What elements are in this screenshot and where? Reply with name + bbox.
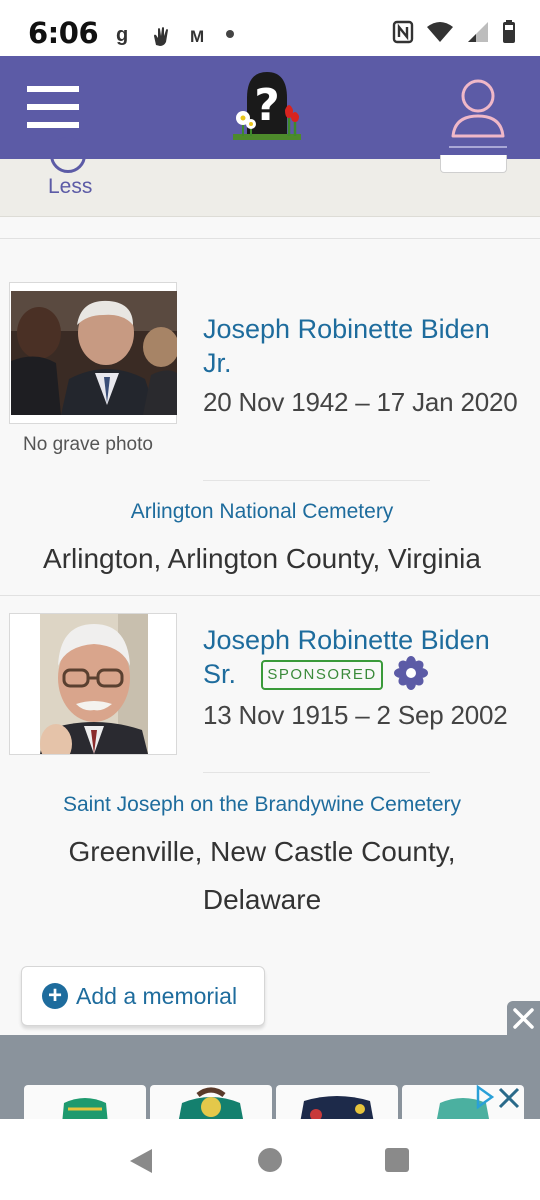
memorial-name-link[interactable]: Joseph Robinette Biden Jr. <box>203 312 490 380</box>
hamburger-menu-button[interactable] <box>27 86 79 130</box>
cemetery-name-link[interactable]: Saint Joseph on the Brandywine Cemetery <box>0 793 524 817</box>
divider <box>203 772 430 773</box>
home-circle-icon[interactable] <box>257 1147 283 1173</box>
sponsored-badge: SPONSORED <box>261 660 383 690</box>
ad-banner[interactable] <box>0 1035 540 1119</box>
memorial-photo-frame[interactable] <box>9 282 177 424</box>
wifi-icon <box>427 22 453 42</box>
nfc-icon <box>392 20 414 44</box>
close-icon <box>513 1008 534 1029</box>
status-bar: 6:06 g M <box>0 0 540 56</box>
less-toggle-label[interactable]: Less <box>48 175 92 199</box>
search-box-edge[interactable] <box>440 155 507 173</box>
cemetery-location: Greenville, New Castle County, Delaware <box>0 828 524 924</box>
add-memorial-button[interactable]: + Add a memorial <box>21 966 265 1026</box>
ad-product-image-art <box>178 1087 244 1119</box>
notification-g-icon: g <box>116 24 129 46</box>
status-icons <box>392 20 516 44</box>
less-toggle-strip: Less <box>0 137 540 217</box>
ad-product-image[interactable] <box>24 1085 146 1119</box>
cemetery-location-line: Greenville, New Castle County, <box>68 836 456 867</box>
back-triangle-icon[interactable] <box>128 1147 154 1175</box>
memorial-name-suffix[interactable]: Jr. <box>203 346 490 380</box>
recents-square-icon[interactable] <box>384 1147 410 1173</box>
cemetery-location: Arlington, Arlington County, Virginia <box>43 543 481 574</box>
svg-text:?: ? <box>254 80 280 131</box>
less-toggle-icon[interactable] <box>50 137 86 173</box>
no-grave-photo-label: No grave photo <box>23 434 153 455</box>
status-time: 6:06 <box>28 16 99 50</box>
user-profile-icon[interactable] <box>447 74 509 148</box>
notification-hand-icon <box>154 27 168 46</box>
memorial-name-line[interactable]: Joseph Robinette Biden <box>203 623 490 657</box>
android-nav-bar <box>0 1119 540 1200</box>
hamburger-line <box>27 104 79 110</box>
divider <box>0 238 540 239</box>
memorial-photo <box>11 291 177 415</box>
notification-gmail-icon: M <box>190 27 205 46</box>
hamburger-line <box>27 86 79 92</box>
adchoices-icon[interactable] <box>474 1083 524 1113</box>
notification-dot-icon <box>226 30 234 38</box>
battery-icon <box>503 20 515 43</box>
memorial-dates: 13 Nov 1915 – 2 Sep 2002 <box>203 700 508 730</box>
memorial-photo <box>40 614 148 754</box>
ad-close-button[interactable] <box>507 1001 540 1035</box>
cemetery-location-line: Delaware <box>202 884 322 915</box>
ad-product-image[interactable] <box>150 1085 272 1119</box>
divider <box>203 480 430 481</box>
cemetery-name-link[interactable]: Arlington National Cemetery <box>0 500 524 524</box>
add-memorial-label: Add a memorial <box>76 982 238 1009</box>
hamburger-line <box>27 122 79 128</box>
question-mark-gravestone-logo[interactable]: ? <box>229 68 305 144</box>
memorial-name-line[interactable]: Joseph Robinette Biden <box>203 312 490 346</box>
ad-product-image-art <box>62 1098 108 1119</box>
memorial-photo-frame[interactable] <box>9 613 177 755</box>
memorial-dates: 20 Nov 1942 – 17 Jan 2020 <box>203 387 518 417</box>
ad-product-image-art <box>300 1096 374 1119</box>
divider <box>0 595 540 596</box>
ad-product-image[interactable] <box>276 1085 398 1119</box>
flower-icon[interactable] <box>394 656 428 690</box>
signal-icon <box>468 22 488 42</box>
plus-circle-icon: + <box>42 983 68 1009</box>
